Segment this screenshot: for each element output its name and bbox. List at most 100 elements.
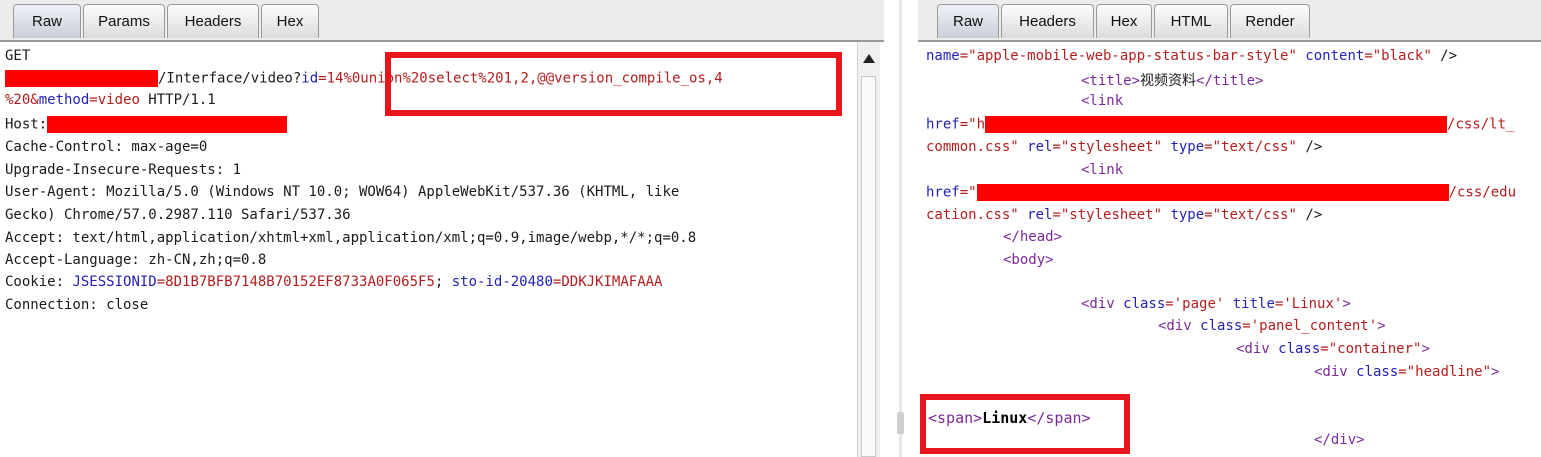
request-tab-bar: Raw Params Headers Hex [0,0,884,42]
divider-handle[interactable] [897,412,904,434]
body-open: <body> [1003,252,1054,274]
tag: </head> [1003,229,1063,245]
attr-name: class [1114,296,1166,312]
tag: <title> [1081,73,1141,89]
cookie-key: sto-id-20480 [451,274,553,290]
host-label: Host: [5,116,48,133]
tag: > [1342,296,1351,312]
attr-name: content [1296,48,1365,64]
param-id-key: id [301,70,319,87]
tag: > [1377,318,1386,334]
attr-name: name [926,48,960,64]
header-line: User-Agent: Mozilla/5.0 (Windows NT 10.0… [5,184,680,200]
attr-value: common.css" [926,139,1019,155]
title-line: <title>视频资料</title> [1081,70,1263,92]
response-tab-bar: Raw Headers Hex HTML Render [918,0,1541,42]
highlight-box [385,52,842,116]
attr-value: ='panel_content' [1242,318,1378,334]
attr-name: type [1162,139,1205,155]
attr-value: ="headline" [1398,364,1492,380]
header-line: Accept-Language: zh-CN,zh;q=0.8 [5,252,267,268]
attr-name: href [926,116,960,133]
param-id-value: =14% [318,70,352,87]
tag: <div [1158,318,1192,334]
header-line: Connection: close [5,297,149,313]
tab-hex[interactable]: Hex [261,4,319,38]
cookie-key: JSESSIONID [72,274,157,290]
div-close: </div> [1314,432,1365,454]
tab-headers[interactable]: Headers [167,4,259,38]
attr-name: class [1347,364,1399,380]
link-tag: <link [1081,162,1123,184]
attr-name: title [1224,296,1275,312]
cookie-value: =8D1B7BFB7148B70152EF8733A0F065F5 [156,274,435,290]
redaction-bar [985,116,1448,133]
href-line: href=" /css/edu [926,184,1516,206]
attr-name: rel [1018,207,1053,223]
attr-value: ="black" [1364,48,1432,64]
attr-value: /css/lt_ [1447,116,1515,133]
meta-line: name="apple-mobile-web-app-status-bar-st… [926,48,1457,70]
header-line: Gecko) Chrome/57.0.2987.110 Safari/537.3… [5,207,351,223]
tag-end: /> [1296,139,1323,155]
attr-value: ="apple-mobile-web-app-status-bar-style" [959,48,1297,64]
tab-raw[interactable]: Raw [937,4,999,38]
tag: <body> [1003,252,1054,268]
pane-divider[interactable] [884,0,918,457]
tag: <link [1081,93,1124,109]
request-line-cont: %20&method=video HTTP/1.1 [5,92,216,114]
cookie-separator: ; [434,274,452,290]
http-version: HTTP/1.1 [139,92,216,108]
tab-render[interactable]: Render [1230,4,1310,38]
tab-html[interactable]: HTML [1154,4,1228,38]
tab-params[interactable]: Params [83,4,165,38]
attr-value: cation.css" [926,207,1019,223]
tab-raw[interactable]: Raw [13,4,81,38]
scroll-thumb[interactable] [861,76,876,457]
tag: </div> [1314,432,1365,448]
host-header: Host: [5,116,288,138]
tag: <div [1236,341,1270,357]
param-method-key: method [38,92,90,108]
div-panel: <div class='panel_content'> [1158,318,1386,340]
attr-value: ="h [959,116,986,133]
tab-hex[interactable]: Hex [1096,4,1152,38]
response-pane: Raw Headers Hex HTML Render name="apple-… [918,0,1541,457]
attr-value: ="stylesheet" [1052,139,1163,155]
div-headline: <div class="headline"> [1314,364,1499,386]
tag-end: /> [1296,207,1323,223]
link-tag: <link [1081,93,1123,115]
href-line-cont: common.css" rel="stylesheet" type="text/… [926,139,1322,161]
div-page: <div class='page' title='Linux'> [1081,296,1351,318]
attr-name: rel [1018,139,1053,155]
highlight-box [920,394,1130,454]
href-line: href="h/css/lt_ [926,116,1514,138]
tag: <div [1314,364,1348,380]
attr-value: ="text/css" [1204,207,1297,223]
url-encoded-space: %20& [5,92,39,108]
head-close: </head> [1003,229,1062,251]
attr-name: href [926,184,960,201]
cookie-header: Cookie: JSESSIONID=8D1B7BFB7148B70152EF8… [5,274,662,296]
attr-name: class [1191,318,1243,334]
tag: <link [1081,162,1124,178]
url-path: /Interface/video? [158,70,302,87]
tag: </title> [1196,73,1264,89]
tab-headers[interactable]: Headers [1001,4,1094,38]
attr-value: ='page' [1165,296,1225,312]
divider-track [899,0,902,457]
attr-value: ='Linux' [1274,296,1343,312]
header-line: Accept: text/html,application/xhtml+xml,… [5,230,697,246]
scroll-up-arrow-icon[interactable] [863,54,875,63]
request-pane: Raw Params Headers Hex GET /Interface/vi… [0,0,884,457]
request-scrollbar[interactable] [857,42,880,457]
attr-value: /css/edu [1448,184,1517,201]
cookie-label: Cookie: [5,274,73,290]
param-method-value: =video [89,92,140,108]
div-container: <div class="container"> [1236,341,1430,363]
tag: <div [1081,296,1115,312]
request-method: GET [5,48,31,64]
redaction-bar [976,184,1449,201]
href-line-cont: cation.css" rel="stylesheet" type="text/… [926,207,1322,229]
tag-end: /> [1431,48,1458,64]
